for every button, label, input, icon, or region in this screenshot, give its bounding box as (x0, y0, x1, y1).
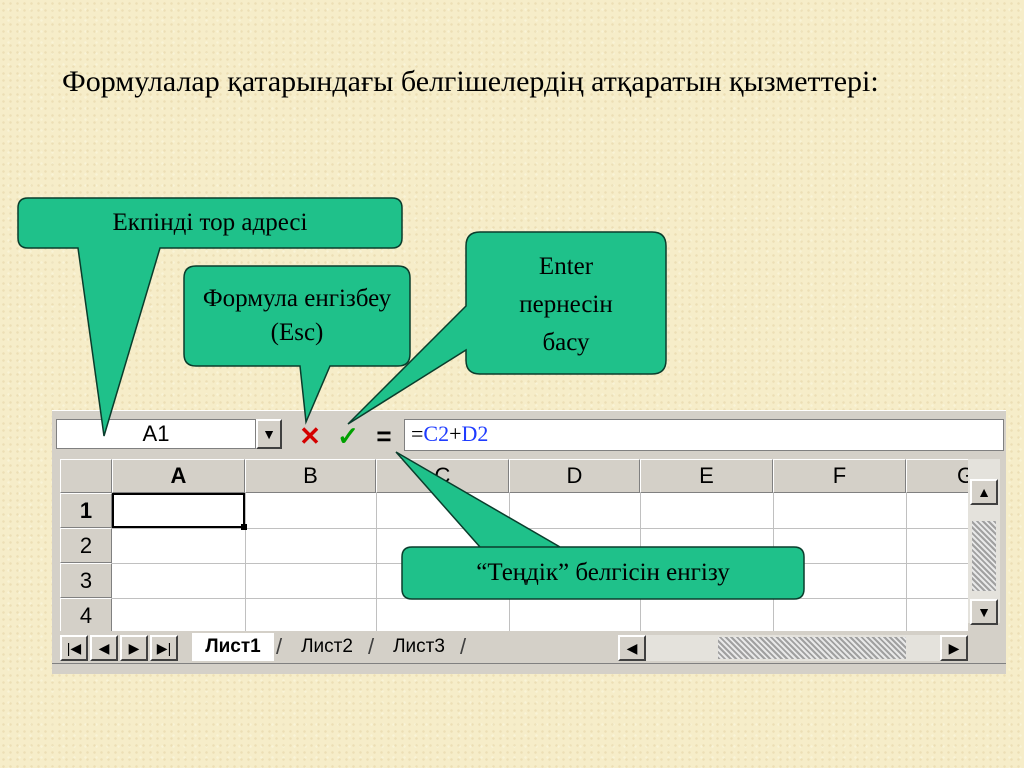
horizontal-scrollbar[interactable]: ◀ ▶ (618, 635, 968, 661)
vertical-scroll-thumb[interactable] (972, 521, 996, 591)
formula-eq: = (411, 421, 424, 446)
fill-handle[interactable] (241, 524, 247, 530)
confirm-icon[interactable]: ✓ (334, 423, 362, 449)
tab-divider: / (276, 634, 283, 659)
scroll-left-icon[interactable]: ◀ (618, 635, 646, 661)
excel-window: A1 ▼ ✕ ✓ = =C2+D2 A B C D E F G 1 2 3 4 … (52, 410, 1006, 674)
column-header-f[interactable]: F (773, 459, 906, 493)
slide-title: Формулалар қатарындағы белгішелердің атқ… (62, 65, 879, 98)
sheet-tab-bar: |◀ ◀ ▶ ▶| Лист1 / Лист2 / Лист3 / ◀ ▶ (52, 631, 1006, 663)
row-header-4[interactable]: 4 (60, 598, 112, 631)
formula-bar: A1 ▼ ✕ ✓ = =C2+D2 (52, 417, 1006, 451)
first-sheet-icon[interactable]: |◀ (60, 635, 88, 661)
sheet-tab-1[interactable]: Лист1 (192, 633, 274, 661)
equals-icon[interactable]: = (370, 423, 398, 449)
row-header-3[interactable]: 3 (60, 563, 112, 598)
tab-divider: / (460, 634, 467, 659)
formula-ref-d2: D2 (461, 421, 489, 446)
cell-grid[interactable]: A B C D E F G 1 2 3 4 (60, 459, 968, 631)
sheet-tab-3[interactable]: Лист3 (380, 633, 458, 661)
next-sheet-icon[interactable]: ▶ (120, 635, 148, 661)
formula-input[interactable]: =C2+D2 (404, 419, 1004, 451)
column-header-b[interactable]: B (245, 459, 376, 493)
cancel-icon[interactable]: ✕ (296, 423, 324, 449)
formula-ref-c2: C2 (423, 421, 450, 446)
callout-cancel-label: Формула енгізбеу (Esc) (202, 285, 392, 346)
sheet-tab-2[interactable]: Лист2 (288, 633, 366, 661)
scroll-right-icon[interactable]: ▶ (940, 635, 968, 661)
column-header-c[interactable]: C (376, 459, 509, 493)
callout-enter-line2: пернесін (519, 291, 613, 318)
row-header-2[interactable]: 2 (60, 528, 112, 563)
name-box-dropdown-icon[interactable]: ▼ (256, 419, 282, 449)
callout-enter-line3: басу (542, 329, 590, 356)
name-box[interactable]: A1 (56, 419, 256, 449)
column-header-a[interactable]: A (112, 459, 245, 493)
select-all-corner[interactable] (60, 459, 112, 493)
status-bar (52, 663, 1006, 674)
column-header-e[interactable]: E (640, 459, 773, 493)
column-header-d[interactable]: D (509, 459, 640, 493)
grid-line (245, 493, 246, 631)
grid-line (906, 493, 907, 631)
callout-enter-line1: Enter (538, 253, 594, 280)
grid-line (112, 598, 968, 599)
callout-cell-address-label: Екпінді тор адресі (112, 209, 308, 236)
column-header-g[interactable]: G (906, 459, 968, 493)
scroll-up-icon[interactable]: ▲ (970, 479, 998, 505)
prev-sheet-icon[interactable]: ◀ (90, 635, 118, 661)
tab-divider: / (368, 634, 375, 659)
active-cell-a1[interactable] (112, 493, 245, 528)
callout-equals-label: “Теңдік” белгісін енгізу (476, 559, 730, 586)
vertical-scrollbar[interactable]: ▲ ▼ (968, 459, 1000, 625)
scroll-down-icon[interactable]: ▼ (970, 599, 998, 625)
last-sheet-icon[interactable]: ▶| (150, 635, 178, 661)
grid-line (376, 493, 377, 631)
row-header-1[interactable]: 1 (60, 493, 112, 528)
formula-op: + (449, 421, 462, 446)
horizontal-scroll-thumb[interactable] (718, 637, 906, 659)
